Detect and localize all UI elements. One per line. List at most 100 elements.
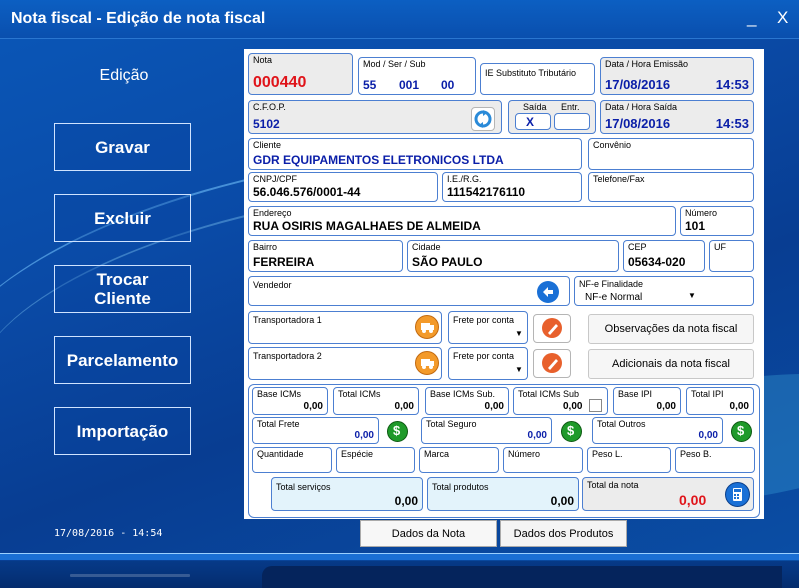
base-ipi-field[interactable]: Base IPI 0,00 xyxy=(613,387,681,415)
total-icms-label: Total ICMs xyxy=(338,389,381,399)
frete2-label: Frete por conta xyxy=(453,351,515,361)
base-icms-sub-field[interactable]: Base ICMs Sub. 0,00 xyxy=(425,387,509,415)
mod-ser-sub-field[interactable]: Mod / Ser / Sub 55 001 00 xyxy=(358,57,476,95)
total-nota-value: 0,00 xyxy=(679,492,707,508)
form-panel: Nota 000440 Mod / Ser / Sub 55 001 00 IE… xyxy=(244,49,764,519)
entrada-checkbox[interactable] xyxy=(554,113,590,130)
parcelamento-button[interactable]: Parcelamento xyxy=(54,336,191,384)
frete2-edit-button[interactable] xyxy=(533,349,571,378)
total-icms-field[interactable]: Total ICMs 0,00 xyxy=(333,387,419,415)
finalidade-label: NF-e Finalidade xyxy=(579,279,644,289)
base-icms-field[interactable]: Base ICMs 0,00 xyxy=(252,387,328,415)
total-produtos-label: Total produtos xyxy=(432,482,489,492)
sub-value: 00 xyxy=(441,78,455,92)
seguro-dollar-button[interactable]: $ xyxy=(561,421,582,442)
base-icms-sub-value: 0,00 xyxy=(484,401,504,412)
frete1-edit-button[interactable] xyxy=(533,314,571,343)
convenio-field[interactable]: Convênio xyxy=(588,138,754,170)
cnpj-field[interactable]: CNPJ/CPF 56.046.576/0001-44 xyxy=(248,172,438,202)
mode-label: Edição xyxy=(99,67,149,84)
calculator-icon xyxy=(733,488,742,501)
base-icms-sub-label: Base ICMs Sub. xyxy=(430,389,496,399)
transportadora1-field[interactable]: Transportadora 1 xyxy=(248,311,442,344)
total-frete-value: 0,00 xyxy=(354,430,374,441)
tab-dados-da-nota[interactable]: Dados da Nota xyxy=(360,520,497,547)
especie-field[interactable]: Espécie xyxy=(336,447,415,473)
total-outros-field[interactable]: Total Outros 0,00 xyxy=(592,417,723,444)
saida-date-field[interactable]: Data / Hora Saída 17/08/2016 14:53 xyxy=(600,100,754,134)
uf-field[interactable]: UF xyxy=(709,240,754,272)
transportadora2-label: Transportadora 2 xyxy=(253,351,322,361)
base-ipi-value: 0,00 xyxy=(656,401,676,412)
total-seguro-field[interactable]: Total Seguro 0,00 xyxy=(421,417,552,444)
marca-field[interactable]: Marca xyxy=(419,447,499,473)
observacoes-button[interactable]: Observações da nota fiscal xyxy=(588,314,754,344)
base-icms-label: Base ICMs xyxy=(257,389,302,399)
total-frete-field[interactable]: Total Frete 0,00 xyxy=(252,417,379,444)
cnpj-label: CNPJ/CPF xyxy=(253,174,298,184)
emissao-field[interactable]: Data / Hora Emissão 17/08/2016 14:53 xyxy=(600,57,754,95)
total-icms-sub-field[interactable]: Total ICMs Sub 0,00 xyxy=(513,387,608,415)
finalidade-field[interactable]: NF-e Finalidade NF-e Normal ▼ xyxy=(574,276,754,306)
total-ipi-label: Total IPI xyxy=(691,389,724,399)
transportadora2-lookup-button[interactable] xyxy=(415,351,439,375)
cep-label: CEP xyxy=(628,242,647,252)
close-button[interactable]: X xyxy=(777,8,788,28)
cliente-value: GDR EQUIPAMENTOS ELETRONICOS LTDA xyxy=(253,153,504,167)
total-ipi-field[interactable]: Total IPI 0,00 xyxy=(686,387,754,415)
excluir-button[interactable]: Excluir xyxy=(54,194,191,242)
endereco-label: Endereço xyxy=(253,208,292,218)
cliente-field[interactable]: Cliente GDR EQUIPAMENTOS ELETRONICOS LTD… xyxy=(248,138,582,170)
peso-l-field[interactable]: Peso L. xyxy=(587,447,671,473)
telefone-field[interactable]: Telefone/Fax xyxy=(588,172,754,202)
bairro-value: FERREIRA xyxy=(253,255,315,269)
minimize-button[interactable]: _ xyxy=(747,8,756,28)
importacao-button[interactable]: Importação xyxy=(54,407,191,455)
transportadora2-field[interactable]: Transportadora 2 xyxy=(248,347,442,380)
numero-field[interactable]: Número 101 xyxy=(680,206,754,236)
ie-rg-field[interactable]: I.E./R.G. 111542176110 xyxy=(442,172,582,202)
tab-dados-dos-produtos[interactable]: Dados dos Produtos xyxy=(500,520,627,547)
trocar-cliente-button[interactable]: Trocar Cliente xyxy=(54,265,191,313)
quantidade-field[interactable]: Quantidade xyxy=(252,447,332,473)
nota-field[interactable]: Nota 000440 xyxy=(248,53,353,95)
outros-dollar-button[interactable]: $ xyxy=(731,421,752,442)
edit-icon xyxy=(542,318,562,338)
total-produtos-field[interactable]: Total produtos 0,00 xyxy=(427,477,579,511)
cfop-value: 5102 xyxy=(253,117,280,131)
cep-field[interactable]: CEP 05634-020 xyxy=(623,240,705,272)
numero-volume-field[interactable]: Número xyxy=(503,447,583,473)
refresh-icon xyxy=(474,110,492,128)
peso-b-field[interactable]: Peso B. xyxy=(675,447,755,473)
total-servicos-field[interactable]: Total serviços 0,00 xyxy=(271,477,423,511)
frete2-select[interactable]: Frete por conta ▼ xyxy=(448,347,528,380)
truck-icon xyxy=(421,359,434,369)
numero-label: Número xyxy=(685,208,718,218)
total-servicos-label: Total serviços xyxy=(276,482,331,492)
ie-substituto-field[interactable]: IE Substituto Tributário xyxy=(480,63,595,95)
total-icms-sub-label: Total ICMs Sub xyxy=(518,389,580,399)
frete1-select[interactable]: Frete por conta ▼ xyxy=(448,311,528,344)
dropdown-arrow-icon: ▼ xyxy=(688,291,696,300)
cfop-field[interactable]: C.F.O.P. 5102 xyxy=(248,100,502,134)
calculator-button[interactable] xyxy=(725,482,750,507)
total-icms-sub-value: 0,00 xyxy=(563,401,583,412)
refresh-cfop-button[interactable] xyxy=(471,107,495,131)
dropdown-arrow-icon: ▼ xyxy=(515,329,523,338)
cnpj-value: 56.046.576/0001-44 xyxy=(253,185,361,199)
truck-icon xyxy=(421,323,434,333)
cidade-field[interactable]: Cidade SÃO PAULO xyxy=(407,240,619,272)
peso-l-label: Peso L. xyxy=(592,449,623,459)
icms-sub-checkbox[interactable] xyxy=(589,399,602,412)
vendedor-lookup-button[interactable] xyxy=(537,281,559,303)
saida-checkbox[interactable]: X xyxy=(515,113,551,130)
gravar-button[interactable]: Gravar xyxy=(54,123,191,171)
bairro-field[interactable]: Bairro FERREIRA xyxy=(248,240,403,272)
vendedor-field[interactable]: Vendedor xyxy=(248,276,570,306)
total-icms-value: 0,00 xyxy=(394,401,414,412)
adicionais-button[interactable]: Adicionais da nota fiscal xyxy=(588,349,754,379)
frete-dollar-button[interactable]: $ xyxy=(387,421,408,442)
dollar-icon: $ xyxy=(567,423,575,438)
endereco-field[interactable]: Endereço RUA OSIRIS MAGALHAES DE ALMEIDA xyxy=(248,206,676,236)
transportadora1-lookup-button[interactable] xyxy=(415,315,439,339)
